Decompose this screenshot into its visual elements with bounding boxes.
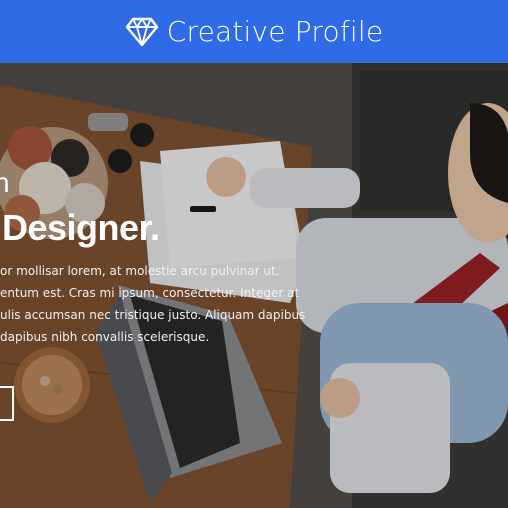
bio-line: or mollisar lorem, at molestie arcu pulv… (0, 264, 280, 278)
hero-content: n Designer. or mollisar lorem, at molest… (0, 63, 508, 508)
hero-bio: or mollisar lorem, at molestie arcu pulv… (0, 260, 330, 348)
brand-link[interactable]: Creative Profile (125, 15, 384, 48)
brand-name: Creative Profile (166, 15, 384, 48)
diamond-icon (125, 17, 159, 47)
hero-headline: Designer. (2, 207, 160, 248)
bio-line: entum est. Cras mi ipsum, consectetur. I… (0, 286, 300, 300)
hero-section: n Designer. or mollisar lorem, at molest… (0, 63, 508, 508)
hero-cta-button[interactable] (0, 386, 14, 421)
bio-line: dapibus nibh convallis scelerisque. (0, 330, 210, 344)
hero-kicker: n (0, 167, 10, 198)
bio-line: ulis accumsan nec tristique justo. Aliqu… (0, 308, 306, 322)
top-bar: Creative Profile (0, 0, 508, 63)
